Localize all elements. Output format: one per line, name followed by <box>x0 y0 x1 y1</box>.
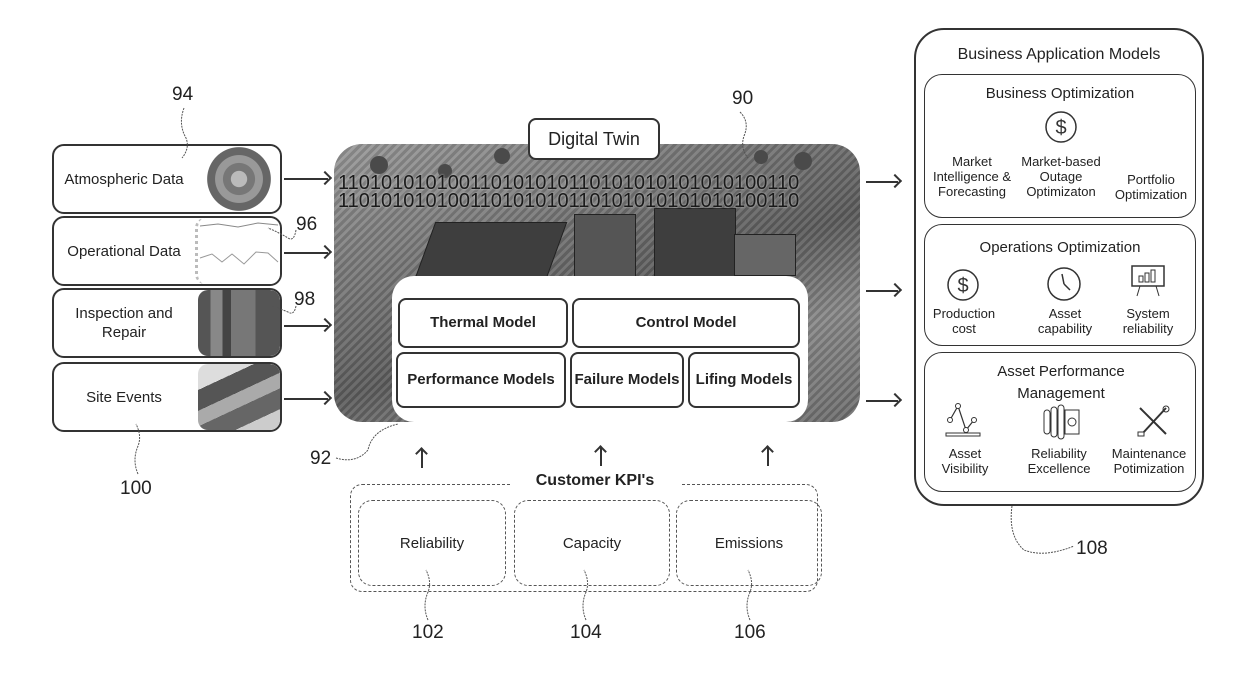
digital-twin-title: Digital Twin <box>528 118 660 160</box>
control-model-box: Control Model <box>572 298 800 348</box>
lifing-models-box: Lifing Models <box>688 352 800 408</box>
failure-models-box: Failure Models <box>570 352 684 408</box>
thermal-model-box: Thermal Model <box>398 298 568 348</box>
performance-models-box: Performance Models <box>396 352 566 408</box>
